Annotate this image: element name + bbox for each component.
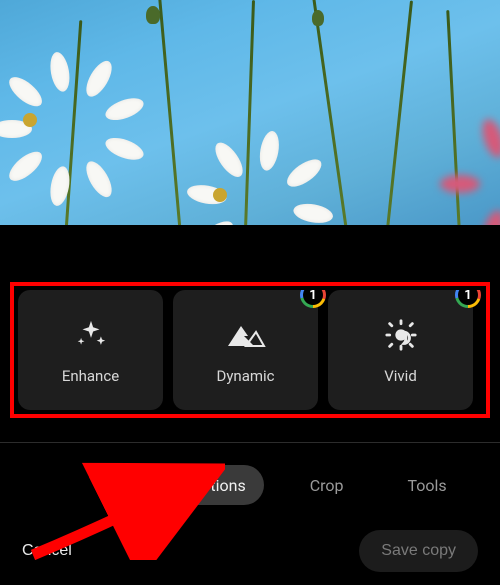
stem	[311, 0, 347, 225]
suggestion-dynamic[interactable]: 1 Dynamic	[173, 290, 318, 410]
cancel-button[interactable]: Cancel	[22, 542, 72, 560]
sparkle-small-icon	[133, 475, 149, 495]
sun-icon	[384, 315, 418, 355]
editor-tabs: Suggestions Crop Tools	[0, 460, 500, 510]
bud	[146, 6, 160, 24]
suggestion-row[interactable]: Enhance 1 Dynamic 1	[18, 290, 482, 410]
google-one-badge: 1	[300, 290, 326, 308]
suggestion-enhance[interactable]: Enhance	[18, 290, 163, 410]
bud	[312, 10, 324, 26]
stem	[386, 0, 413, 225]
tab-tools[interactable]: Tools	[390, 466, 465, 505]
sparkle-icon	[74, 315, 108, 355]
stem	[158, 0, 182, 225]
bottom-bar: Cancel Save copy	[0, 523, 500, 585]
stem	[65, 20, 83, 225]
google-one-badge: 1	[455, 290, 481, 308]
suggestion-vivid[interactable]: 1 Vivid	[328, 290, 473, 410]
suggestion-label: Vivid	[384, 367, 417, 385]
tab-label: Tools	[408, 476, 447, 495]
suggestion-label: Enhance	[62, 367, 119, 385]
tab-suggestions[interactable]: Suggestions	[115, 465, 263, 505]
tab-label: Suggestions	[157, 476, 245, 495]
suggestion-label: Dynamic	[216, 367, 274, 385]
tab-crop[interactable]: Crop	[292, 466, 362, 505]
divider	[0, 442, 500, 443]
tab-label: Crop	[310, 476, 344, 495]
save-copy-button[interactable]: Save copy	[359, 530, 478, 572]
mountain-icon	[226, 315, 266, 355]
photo-preview	[0, 0, 500, 225]
stem	[244, 0, 255, 225]
